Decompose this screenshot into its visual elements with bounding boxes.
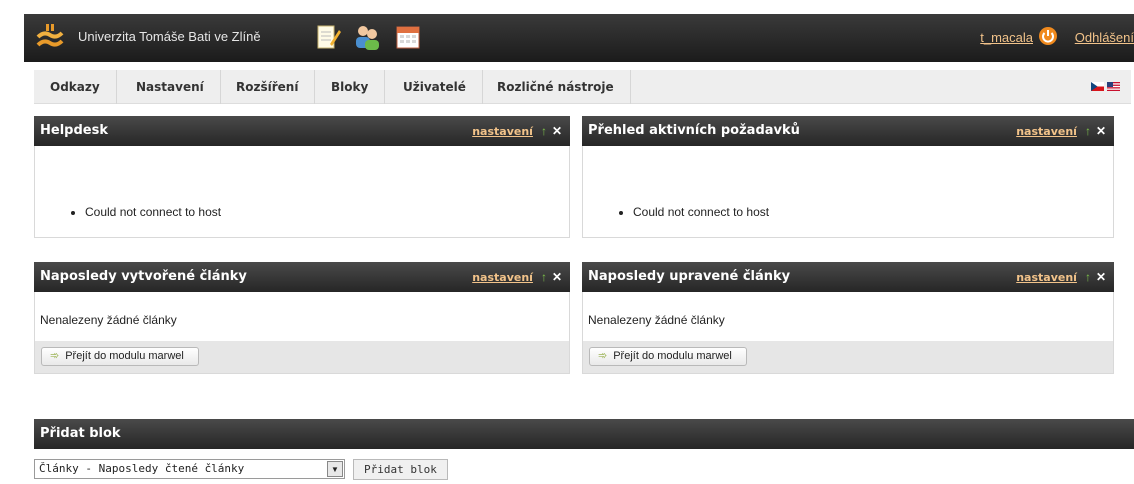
move-up-icon[interactable]: ↑ <box>541 124 547 138</box>
notepad-icon[interactable] <box>312 22 342 52</box>
settings-link[interactable]: nastavení <box>1016 271 1077 284</box>
logo-icon <box>36 24 64 47</box>
panel-controls: nastavení ↑ ✕ <box>1016 124 1106 138</box>
settings-link[interactable]: nastavení <box>472 271 533 284</box>
close-icon[interactable]: ✕ <box>552 270 562 284</box>
menu-item-extensions[interactable]: Rozšíření <box>220 70 316 104</box>
settings-link[interactable]: nastavení <box>1016 125 1077 138</box>
logout-link[interactable]: Odhlášení <box>1075 30 1134 45</box>
menu-item-settings[interactable]: Nastavení <box>120 70 221 104</box>
goto-module-label: Přejít do modulu marwel <box>613 350 732 362</box>
move-up-icon[interactable]: ↑ <box>1085 124 1091 138</box>
empty-message: Nenalezeny žádné články <box>588 313 725 327</box>
power-icon[interactable] <box>1038 26 1058 46</box>
panel-header: Helpdesk nastavení ↑ ✕ <box>34 116 570 146</box>
panel-controls: nastavení ↑ ✕ <box>472 124 562 138</box>
add-block-header: Přidat blok <box>34 419 1134 449</box>
menu-item-blocks[interactable]: Bloky <box>315 70 386 104</box>
close-icon[interactable]: ✕ <box>1096 124 1106 138</box>
chevron-down-icon[interactable]: ▼ <box>327 461 343 477</box>
goto-module-label: Přejít do modulu marwel <box>65 350 184 362</box>
arrow-right-icon: ➾ <box>598 350 608 362</box>
panel-footer: ➾ Přejít do modulu marwel <box>35 341 569 373</box>
goto-module-button[interactable]: ➾ Přejít do modulu marwel <box>41 347 199 366</box>
panel-controls: nastavení ↑ ✕ <box>472 270 562 284</box>
menu-item-tools[interactable]: Rozličné nástroje <box>481 70 631 104</box>
panel-title: Helpdesk <box>40 123 108 138</box>
arrow-right-icon: ➾ <box>50 350 60 362</box>
error-message: Could not connect to host <box>633 205 769 219</box>
panel-controls: nastavení ↑ ✕ <box>1016 270 1106 284</box>
created-articles-panel: Naposledy vytvořené články nastavení ↑ ✕ N… <box>34 262 570 374</box>
panel-title: Naposledy vytvořené články <box>40 269 247 284</box>
helpdesk-panel: Helpdesk nastavení ↑ ✕ Could not connect t… <box>34 116 570 238</box>
menu-item-links[interactable]: Odkazy <box>34 70 117 104</box>
add-block-button[interactable]: Přidat blok <box>353 459 448 480</box>
settings-link[interactable]: nastavení <box>472 125 533 138</box>
panel-header: Přehled aktivních požadavků nastavení ↑ ✕ <box>582 116 1114 146</box>
user-link[interactable]: t_macala <box>980 30 1033 45</box>
cz-flag-icon[interactable] <box>1091 82 1104 91</box>
menu-item-users[interactable]: Uživatelé <box>387 70 483 104</box>
block-type-select[interactable]: Články - Naposledy čtené články ▼ <box>34 459 345 479</box>
move-up-icon[interactable]: ↑ <box>541 270 547 284</box>
panel-header: Naposledy upravené články nastavení ↑ ✕ <box>582 262 1114 292</box>
top-bar: Univerzita Tomáše Bati ve Zlíně t_macala… <box>24 14 1134 62</box>
message-list: Could not connect to host <box>633 205 769 219</box>
close-icon[interactable]: ✕ <box>1096 270 1106 284</box>
panel-header: Naposledy vytvořené články nastavení ↑ ✕ <box>34 262 570 292</box>
edited-articles-panel: Naposledy upravené články nastavení ↑ ✕ Ne… <box>582 262 1114 374</box>
panel-title: Naposledy upravené články <box>588 269 791 284</box>
main-menu: Odkazy Nastavení Rozšíření Bloky Uživate… <box>34 70 1131 104</box>
university-name: Univerzita Tomáše Bati ve Zlíně <box>78 29 261 44</box>
panel-title: Přehled aktivních požadavků <box>588 123 800 138</box>
active-requests-panel: Přehled aktivních požadavků nastavení ↑ ✕ … <box>582 116 1114 238</box>
calendar-icon[interactable] <box>393 22 423 52</box>
error-message: Could not connect to host <box>85 205 221 219</box>
select-value: Články - Naposledy čtené články <box>39 462 245 475</box>
panel-footer: ➾ Přejít do modulu marwel <box>583 341 1113 373</box>
empty-message: Nenalezeny žádné články <box>40 313 177 327</box>
users-icon[interactable] <box>352 22 382 52</box>
us-flag-icon[interactable] <box>1107 82 1120 91</box>
message-list: Could not connect to host <box>85 205 221 219</box>
move-up-icon[interactable]: ↑ <box>1085 270 1091 284</box>
close-icon[interactable]: ✕ <box>552 124 562 138</box>
goto-module-button[interactable]: ➾ Přejít do modulu marwel <box>589 347 747 366</box>
add-block-title: Přidat blok <box>40 426 121 441</box>
